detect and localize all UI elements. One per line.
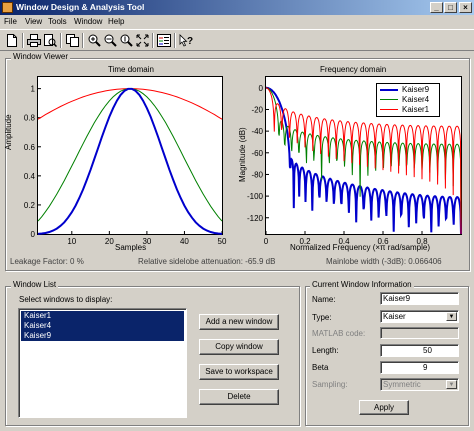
time-domain-ylabel: Amplitude [4, 114, 13, 150]
svg-text:?: ? [187, 36, 193, 47]
time-ytick-label: 0.4 [24, 172, 36, 181]
menu-tools[interactable]: Tools [48, 17, 67, 26]
legend-label-kaiser4: Kaiser4 [402, 95, 430, 104]
length-label: Length: [312, 346, 339, 355]
zoom-x-icon[interactable] [102, 33, 118, 48]
window-title: Window Design & Analysis Tool [16, 2, 145, 12]
legend[interactable]: Kaiser9 Kaiser4 Kaiser1 [376, 83, 440, 117]
list-item-kaiser4[interactable]: Kaiser4 [21, 321, 184, 331]
beta-label: Beta [312, 363, 329, 372]
freq-ytick-label: -120 [247, 214, 264, 223]
sampling-label: Sampling: [312, 380, 348, 389]
zoom-y-icon[interactable] [118, 33, 134, 48]
title-bar: Window Design & Analysis Tool _ □ × [0, 0, 474, 15]
menu-view[interactable]: View [25, 17, 42, 26]
beta-field[interactable]: 9 [380, 361, 459, 374]
freq-domain-ylabel: Magnitude (dB) [238, 127, 247, 182]
legend-label-kaiser9: Kaiser9 [402, 85, 430, 94]
freq-ytick-label: 0 [259, 84, 264, 93]
time-xtick-label: 10 [67, 237, 76, 246]
time-xtick-label: 40 [180, 237, 189, 246]
time-ytick-label: 1 [31, 85, 36, 94]
close-button[interactable]: × [459, 2, 472, 13]
freq-ytick-label: -20 [251, 105, 263, 114]
legend-label-kaiser1: Kaiser1 [402, 105, 430, 114]
length-field[interactable]: 50 [380, 344, 459, 357]
freq-ytick-label: -100 [247, 192, 264, 201]
name-value: Kaiser9 [383, 294, 411, 303]
copy-window-button[interactable]: Copy window [199, 339, 279, 355]
app-icon [2, 2, 13, 13]
legend-swatch-kaiser1 [380, 109, 398, 110]
sampling-value: Symmetric [383, 380, 421, 389]
window-listbox[interactable]: Kaiser1 Kaiser4 Kaiser9 [18, 308, 187, 418]
save-to-workspace-button[interactable]: Save to workspace [199, 364, 279, 380]
new-file-icon[interactable] [4, 33, 20, 48]
window-list-title: Window List [11, 280, 59, 289]
time-ytick-label: 0.6 [24, 143, 36, 152]
delete-button[interactable]: Delete [199, 389, 279, 405]
mainlobe-width: Mainlobe width (-3dB): 0.066406 [326, 257, 442, 266]
full-view-icon[interactable] [134, 33, 150, 48]
minimize-button[interactable]: _ [430, 2, 443, 13]
type-value: Kaiser [383, 312, 406, 321]
sidelobe-attenuation: Relative sidelobe attenuation: -65.9 dB [138, 257, 276, 266]
list-item-kaiser9[interactable]: Kaiser9 [21, 331, 184, 341]
list-item-kaiser1[interactable]: Kaiser1 [21, 311, 184, 321]
length-value: 50 [423, 346, 432, 355]
menu-file[interactable]: File [4, 17, 17, 26]
time-domain-plot[interactable]: 10 20 30 40 5000.20.40.60.81 [0, 60, 240, 260]
select-windows-label: Select windows to display: [19, 295, 113, 304]
add-window-button[interactable]: Add a new window [199, 314, 279, 330]
matlab-code-label: MATLAB code: [312, 329, 366, 338]
legend-swatch-kaiser9 [380, 89, 398, 91]
menu-window[interactable]: Window [74, 17, 102, 26]
chevron-down-icon[interactable]: ▼ [446, 380, 457, 389]
sampling-select[interactable]: Symmetric ▼ [380, 378, 459, 391]
apply-button[interactable]: Apply [359, 400, 409, 415]
freq-domain-xlabel: Normalized Frequency (×π rad/sample) [290, 243, 431, 252]
freq-ytick-label: -60 [251, 149, 263, 158]
freq-ytick-label: -40 [251, 127, 263, 136]
time-xtick-label: 50 [218, 237, 227, 246]
beta-value: 9 [423, 363, 428, 372]
legend-icon[interactable] [156, 33, 172, 48]
name-label: Name: [312, 295, 336, 304]
whats-this-help-icon[interactable]: ? [178, 33, 194, 48]
menu-help[interactable]: Help [108, 17, 124, 26]
type-select[interactable]: Kaiser ▼ [380, 310, 459, 323]
print-preview-icon[interactable] [42, 33, 58, 48]
legend-swatch-kaiser4 [380, 99, 398, 100]
current-window-title: Current Window Information [310, 280, 414, 289]
time-ytick-label: 0 [31, 230, 36, 239]
leakage-factor: Leakage Factor: 0 % [10, 257, 84, 266]
print-icon[interactable] [26, 33, 42, 48]
zoom-in-icon[interactable] [86, 33, 102, 48]
matlab-code-field[interactable] [380, 327, 459, 339]
maximize-button[interactable]: □ [444, 2, 457, 13]
time-ytick-label: 0.8 [24, 114, 36, 123]
chevron-down-icon[interactable]: ▼ [446, 312, 457, 321]
menu-bar: File View Tools Window Help [0, 15, 474, 29]
time-domain-xlabel: Samples [115, 243, 147, 252]
copy-figure-icon[interactable] [64, 33, 80, 48]
time-xtick-label: 20 [105, 237, 114, 246]
freq-ytick-label: -80 [251, 170, 263, 179]
type-label: Type: [312, 313, 332, 322]
time-ytick-label: 0.2 [24, 201, 36, 210]
toolbar: ? [0, 29, 474, 51]
name-field[interactable]: Kaiser9 [380, 292, 459, 305]
freq-xtick-label: 0 [264, 237, 269, 246]
